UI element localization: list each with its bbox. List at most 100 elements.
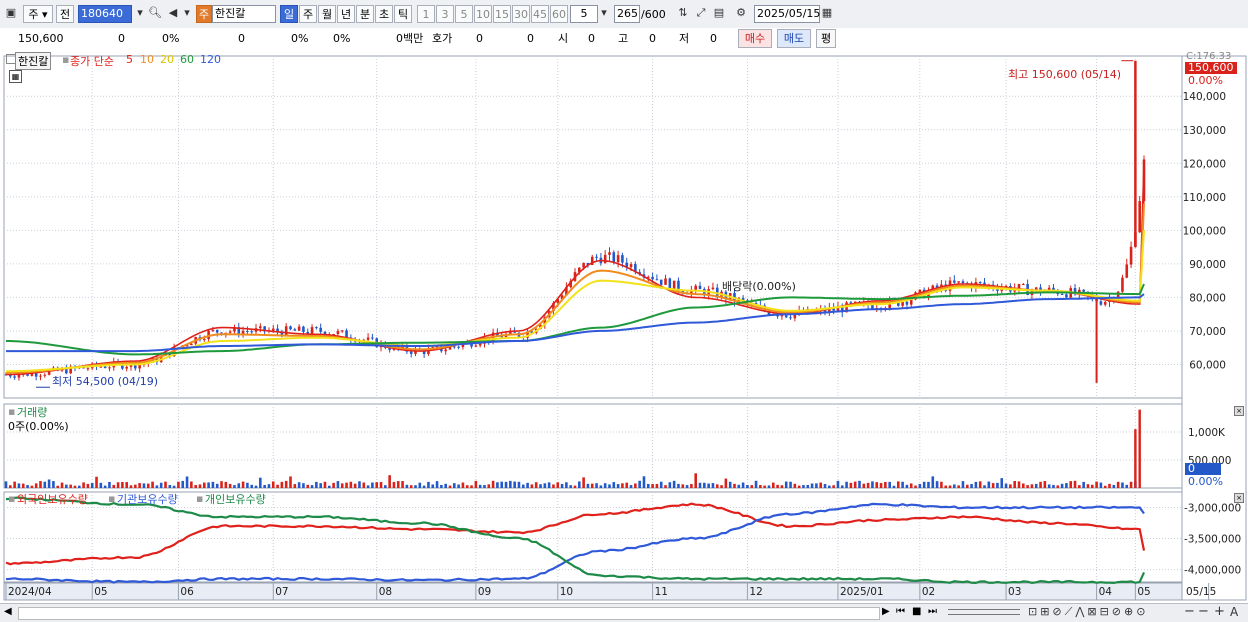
volume-value-label: 0주(0.00%): [8, 420, 69, 433]
candle-body: [336, 330, 340, 335]
volume-bar: [34, 483, 38, 488]
volume-bar: [384, 485, 387, 488]
volume-bar: [858, 480, 861, 488]
average-button[interactable]: 평: [816, 29, 836, 48]
period-button-0[interactable]: 일: [280, 5, 298, 23]
candle-body: [190, 343, 193, 346]
volume-bar: [1078, 485, 1081, 488]
volume-bar: [116, 482, 120, 488]
period-button-4[interactable]: 분: [356, 5, 374, 23]
volume-bar: [271, 481, 275, 488]
volume-bar: [353, 483, 357, 488]
code-dropdown-icon[interactable]: ▾: [133, 6, 147, 20]
period-button-2[interactable]: 월: [318, 5, 336, 23]
prev-button[interactable]: 전: [56, 5, 74, 23]
play-icon[interactable]: ▶: [882, 606, 890, 617]
holdings-panel-close-icon[interactable]: ×: [1234, 493, 1244, 503]
candle-body: [711, 287, 715, 290]
ma10-label: 10: [140, 53, 154, 66]
interval-button-30[interactable]: 30: [512, 5, 530, 23]
market-type-select[interactable]: 주 ▾: [23, 5, 53, 23]
candle-body: [595, 256, 598, 258]
volume-bar: [388, 475, 391, 488]
minus-icon[interactable]: −: [1198, 604, 1209, 619]
volume-bar: [134, 484, 137, 488]
candle-body: [474, 345, 478, 347]
volume-bar: [543, 483, 547, 488]
stock-tag: 한진칼: [15, 52, 52, 70]
search-icon[interactable]: 🔍︎: [148, 6, 162, 20]
stop-icon[interactable]: ■: [912, 606, 921, 617]
draw-tools-icon[interactable]: ⊡⊞⊘⟋⋀⊠⊟⊘⊕⊙: [1028, 605, 1148, 619]
volume-bar: [927, 481, 930, 488]
chart-type-icon[interactable]: ⇅: [676, 6, 690, 20]
speaker-icon[interactable]: ◀: [166, 6, 180, 20]
volume-bar: [1099, 482, 1103, 488]
volume-bar: [142, 483, 146, 488]
volume-bar: [177, 481, 180, 488]
volume-bar: [73, 485, 77, 488]
low-label: 저: [679, 32, 690, 45]
date-input[interactable]: 2025/05/15: [754, 5, 820, 23]
interval-button-60[interactable]: 60: [550, 5, 568, 23]
price-tick-label: 80,000: [1189, 292, 1226, 304]
fast-forward-icon[interactable]: ⏭: [928, 606, 937, 617]
draw-tool-icon[interactable]: ⤢: [694, 6, 708, 20]
volume-bar: [77, 485, 81, 488]
volume-bar: [422, 485, 426, 488]
stock-name-field[interactable]: 한진칼: [212, 5, 276, 23]
period-button-6[interactable]: 틱: [394, 5, 412, 23]
candle-body: [289, 326, 292, 330]
interval-dropdown-icon[interactable]: ▾: [597, 6, 611, 20]
speaker-dropdown-icon[interactable]: ▾: [180, 6, 194, 20]
interval-button-1[interactable]: 1: [417, 5, 435, 23]
volume-bar: [776, 484, 779, 488]
volume-bar: [707, 483, 710, 488]
gear-icon[interactable]: ⚙: [734, 6, 748, 20]
volume-bar: [405, 484, 409, 488]
period-button-1[interactable]: 주: [299, 5, 317, 23]
volume-bar: [215, 483, 219, 488]
candle-body: [409, 351, 413, 354]
volume-bar: [957, 485, 960, 488]
volume-bar: [815, 483, 818, 488]
candle-body: [297, 326, 301, 331]
zoom-slider[interactable]: [948, 609, 1020, 615]
chart-area[interactable]: 60,000 70,000 80,000 90,000 100,000 110,000 12…: [0, 50, 1248, 603]
buy-button[interactable]: 매수: [738, 29, 772, 48]
volume-bar: [504, 481, 508, 488]
sell-button[interactable]: 매도: [777, 29, 811, 48]
volume-bar-05/14: [1138, 409, 1141, 488]
rewind-icon[interactable]: ⏮: [896, 606, 905, 617]
period-button-5[interactable]: 초: [375, 5, 393, 23]
volume-bar: [737, 484, 741, 488]
volume-panel-close-icon[interactable]: ×: [1234, 406, 1244, 416]
zoom-in-icon[interactable]: +: [1214, 604, 1225, 619]
interval-button-10[interactable]: 10: [474, 5, 492, 23]
candle-body: [1125, 264, 1129, 278]
volume-bar: [819, 482, 822, 488]
volume-bar: [465, 485, 469, 488]
save-icon[interactable]: ▤: [712, 6, 726, 20]
holdings-tick-label: -3,500,000: [1184, 534, 1241, 546]
x-tick-label: 12: [749, 586, 762, 598]
window-icon[interactable]: ▣: [4, 6, 18, 20]
scroll-left-icon[interactable]: ◀: [4, 606, 12, 617]
volume-bar: [970, 484, 973, 488]
calculator-icon[interactable]: ▦: [9, 70, 22, 83]
period-button-3[interactable]: 년: [337, 5, 355, 23]
text-size-icon[interactable]: A: [1230, 605, 1238, 619]
horizontal-scrollbar[interactable]: [18, 607, 880, 620]
interval-value[interactable]: 5: [570, 5, 598, 23]
interval-button-15[interactable]: 15: [493, 5, 511, 23]
interval-button-45[interactable]: 45: [531, 5, 549, 23]
volume-bar: [82, 482, 85, 488]
calendar-icon[interactable]: ▦: [820, 6, 834, 20]
stock-code-input[interactable]: 180640: [78, 5, 132, 23]
price-tick-label: 100,000: [1183, 225, 1226, 237]
bar-count-input[interactable]: 265: [614, 5, 640, 23]
price-tick-label: 120,000: [1183, 158, 1226, 170]
interval-button-3[interactable]: 3: [436, 5, 454, 23]
interval-button-5[interactable]: 5: [455, 5, 473, 23]
zoom-out-icon[interactable]: −: [1184, 604, 1195, 619]
